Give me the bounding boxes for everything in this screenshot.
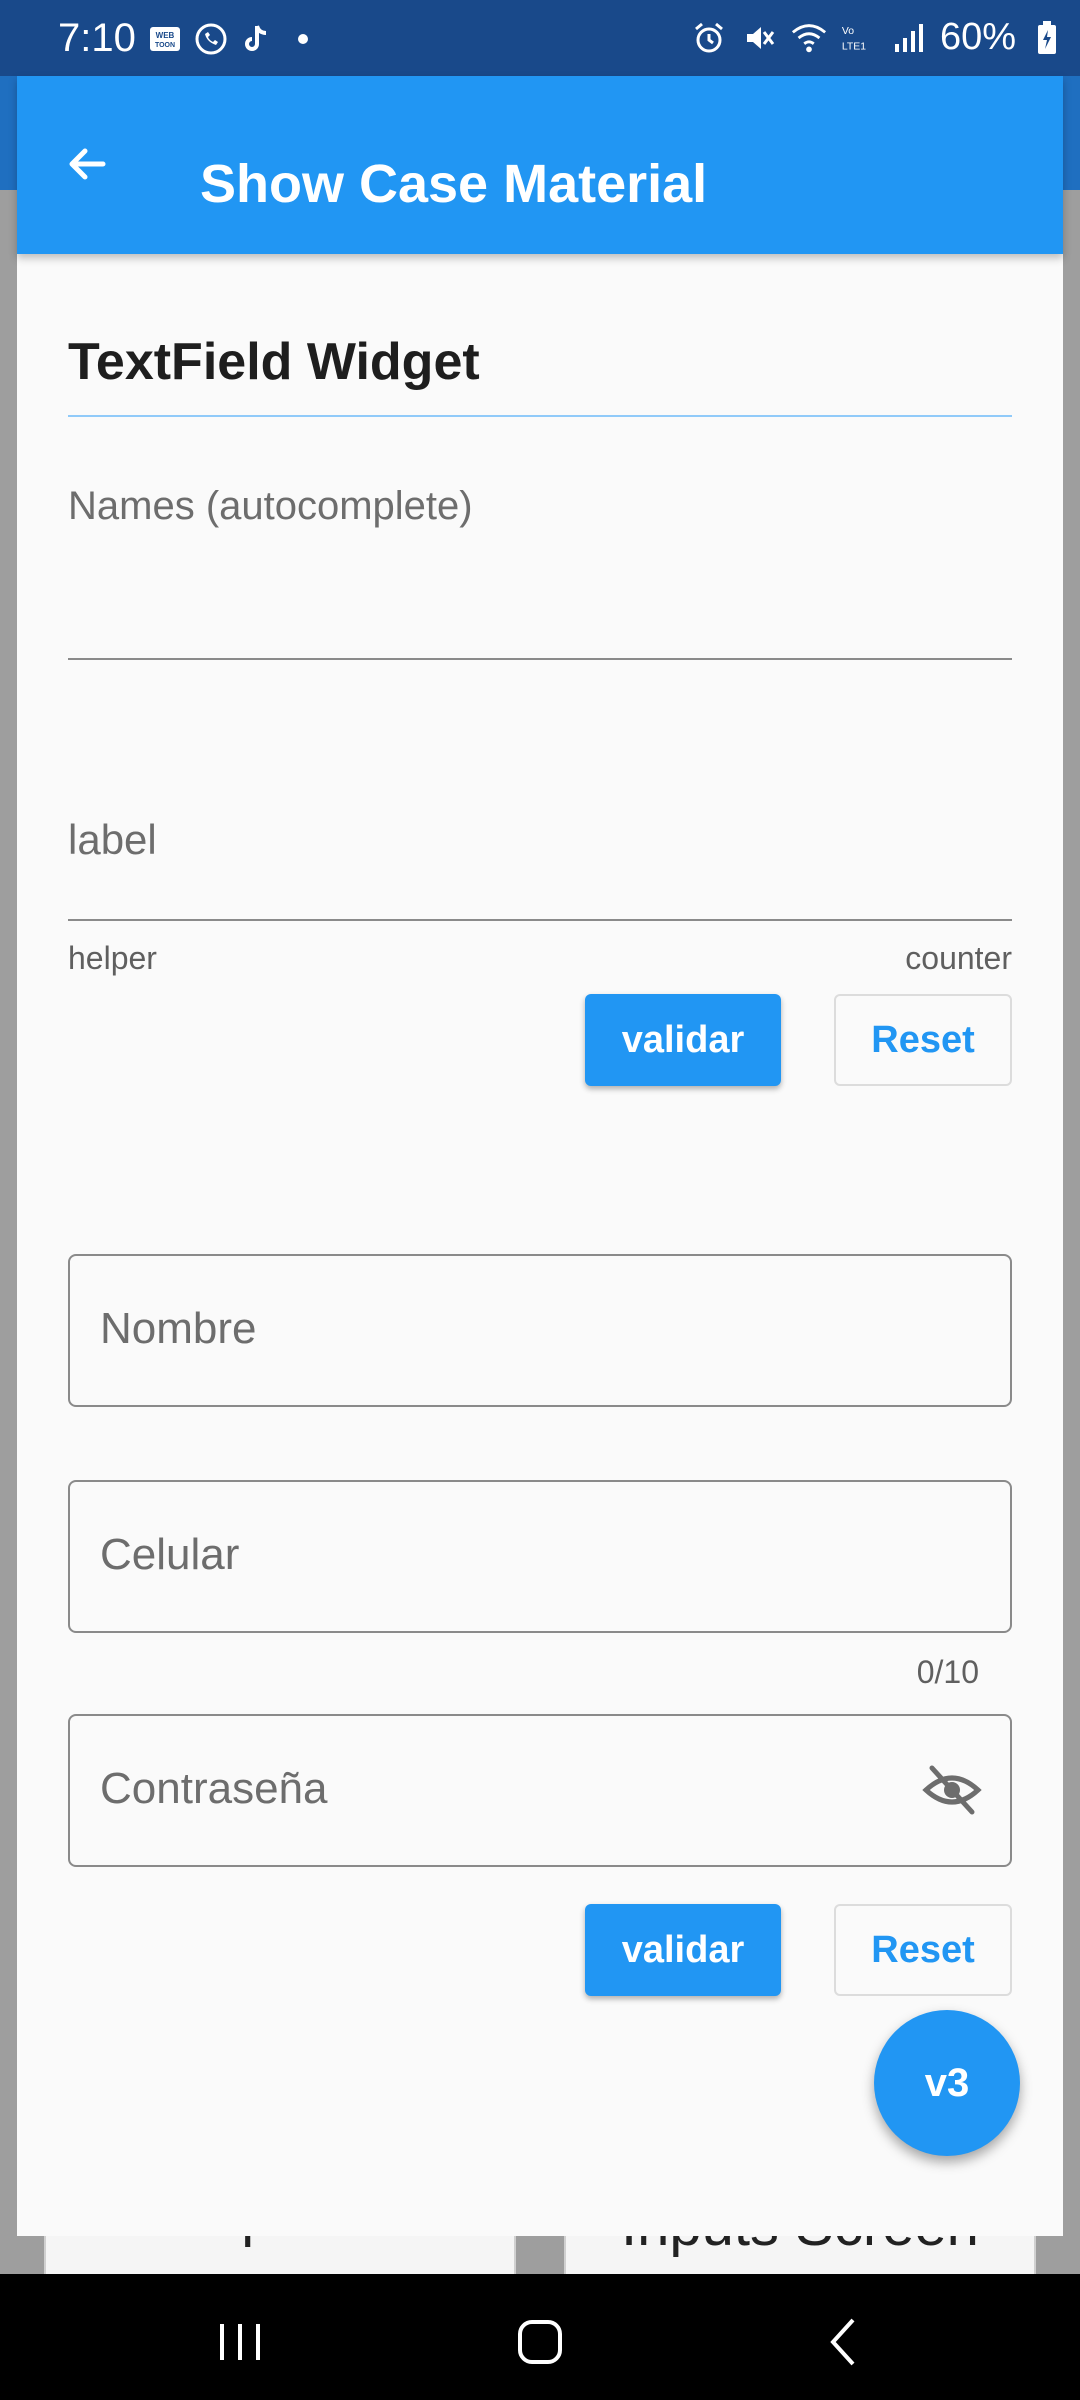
- status-time: 7:10: [58, 16, 136, 60]
- recent-apps-icon[interactable]: [210, 2312, 270, 2372]
- labeled-field-label[interactable]: label: [68, 816, 157, 864]
- whatsapp-icon: [192, 20, 230, 58]
- showcase-dialog: Show Case Material TextField Widget Name…: [17, 76, 1063, 2236]
- celular-counter: 0/10: [916, 1654, 979, 1690]
- counter-text: counter: [905, 940, 1012, 976]
- validate-button[interactable]: validar: [585, 1904, 781, 1996]
- volte-icon: Vo LTE1: [840, 19, 878, 57]
- app-bar: Show Case Material: [17, 76, 1063, 254]
- validate-button[interactable]: validar: [585, 994, 781, 1086]
- status-bar: 7:10 WEB TOON Vo LTE1 60%: [0, 0, 1080, 76]
- celular-placeholder: Celular: [100, 1530, 240, 1579]
- visibility-off-icon[interactable]: [922, 1760, 982, 1820]
- wifi-icon: [790, 19, 828, 57]
- labeled-field-underline[interactable]: [68, 919, 1012, 921]
- battery-icon: [1028, 19, 1066, 57]
- reset-button[interactable]: Reset: [834, 994, 1012, 1086]
- back-icon[interactable]: [815, 2312, 875, 2372]
- svg-text:WEB: WEB: [156, 31, 175, 40]
- version-fab[interactable]: v3: [874, 2010, 1020, 2156]
- webtoon-icon: WEB TOON: [146, 20, 184, 58]
- svg-text:LTE1: LTE1: [842, 41, 866, 52]
- section-title: TextField Widget: [68, 333, 480, 391]
- svg-text:TOON: TOON: [155, 42, 175, 49]
- status-right-icons: Vo LTE1 60%: [690, 16, 1066, 59]
- nombre-placeholder: Nombre: [100, 1304, 257, 1353]
- svg-text:Vo: Vo: [842, 26, 854, 37]
- password-placeholder: Contraseña: [100, 1764, 328, 1813]
- title-divider: [68, 415, 1012, 417]
- autocomplete-input-underline[interactable]: [68, 658, 1012, 660]
- tiktok-icon: [238, 20, 276, 58]
- navigation-bar: [0, 2274, 1080, 2400]
- password-field[interactable]: Contraseña: [68, 1714, 1012, 1867]
- arrow-back-icon[interactable]: [63, 140, 111, 188]
- signal-icon: [890, 19, 928, 57]
- mute-icon: [740, 19, 778, 57]
- page-title: Show Case Material: [200, 154, 708, 214]
- status-left-icons: WEB TOON: [146, 20, 308, 58]
- autocomplete-label[interactable]: Names (autocomplete): [68, 484, 473, 529]
- nombre-field[interactable]: Nombre: [68, 1254, 1012, 1407]
- helper-text: helper: [68, 940, 157, 976]
- notification-dot: [298, 34, 308, 44]
- home-icon[interactable]: [510, 2312, 570, 2372]
- alarm-icon: [690, 19, 728, 57]
- celular-field[interactable]: Celular: [68, 1480, 1012, 1633]
- reset-button[interactable]: Reset: [834, 1904, 1012, 1996]
- battery-percentage: 60%: [939, 16, 1016, 58]
